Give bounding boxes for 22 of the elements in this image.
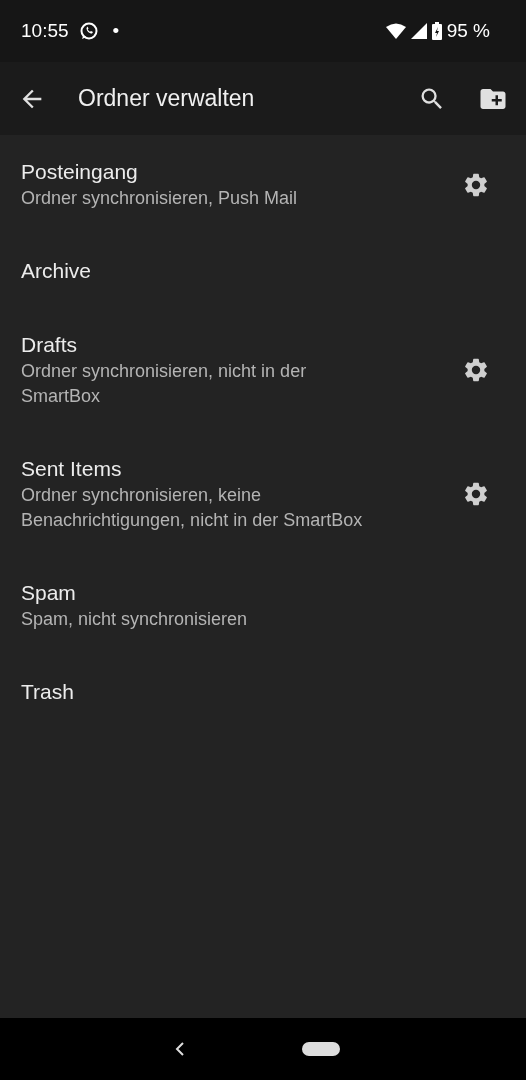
signal-icon [410, 23, 427, 39]
folder-name[interactable]: Sent Items [21, 455, 442, 483]
folder-details: Ordner synchronisieren, nicht in der SmartBox [21, 360, 308, 408]
folder-details: Spam, nicht synchronisieren [21, 608, 249, 631]
screen-title: Ordner verwalten [78, 85, 256, 112]
clock: 10:55 [21, 20, 69, 42]
folder-name[interactable]: Drafts [21, 331, 442, 359]
chat-icon [78, 21, 99, 41]
notification-dot: • [112, 20, 120, 42]
home-handle[interactable] [302, 1042, 340, 1056]
folder-name[interactable]: Trash [21, 678, 490, 706]
folder-name[interactable]: Spam [21, 579, 490, 607]
settings-icon[interactable] [462, 480, 490, 508]
folder-details: Ordner synchronisieren, keine Benachrichtigungen, nicht in der SmartBox [21, 484, 364, 532]
battery-level: 95 % [446, 20, 490, 42]
folder-name[interactable]: Archive [21, 257, 490, 285]
folder-name[interactable]: Posteingang [21, 158, 442, 186]
settings-icon[interactable] [462, 356, 490, 384]
battery-icon [431, 22, 442, 40]
folder-details: Ordner synchronisieren, Push Mail [21, 187, 299, 210]
back-icon[interactable] [174, 1041, 186, 1057]
wifi-icon [385, 23, 406, 39]
